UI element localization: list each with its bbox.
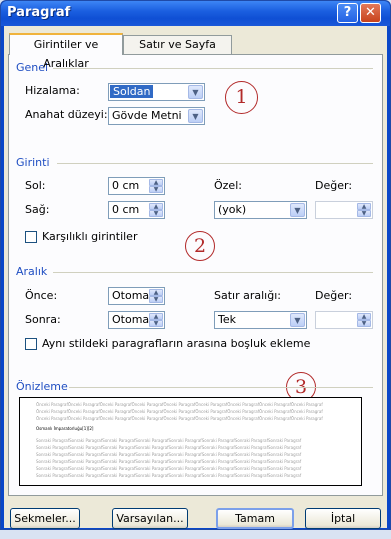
- spacing-before-up-icon[interactable]: ▲: [149, 289, 163, 296]
- section-indentation-title: Girinti: [16, 156, 50, 169]
- indent-by-down-icon[interactable]: ▼: [357, 210, 371, 217]
- preview-prev-line-3: Önceki ParagrafÖnceki ParagrafÖnceki Par…: [36, 416, 323, 421]
- left-indent-value: 0 cm: [112, 179, 140, 192]
- alignment-value: Soldan: [110, 85, 154, 98]
- alignment-select[interactable]: Soldan ▼: [108, 83, 205, 101]
- spacing-after-up-icon[interactable]: ▲: [149, 313, 163, 320]
- section-preview-divider: [69, 387, 373, 388]
- alignment-dropdown-arrow-icon[interactable]: ▼: [188, 85, 203, 99]
- section-preview-title: Önizleme: [16, 380, 68, 393]
- line-spacing-at-down-icon[interactable]: ▼: [357, 320, 371, 327]
- cancel-button[interactable]: İptal: [305, 508, 381, 529]
- preview-next-line-4: Sonraki ParagrafSonraki ParagrafSonraki …: [36, 459, 302, 464]
- section-general-divider: [53, 68, 373, 69]
- section-spacing-title: Aralık: [16, 265, 48, 278]
- left-indent-up-icon[interactable]: ▲: [149, 179, 163, 186]
- no-space-same-style-label: Aynı stildeki paragrafların arasına boşl…: [42, 337, 311, 350]
- mirror-indents-checkbox[interactable]: [25, 231, 37, 243]
- title-bar[interactable]: Paragraf ? ✕: [1, 1, 390, 26]
- spacing-before-label: Önce:: [25, 289, 58, 302]
- tabs-button[interactable]: Sekmeler...: [10, 508, 80, 529]
- right-indent-down-icon[interactable]: ▼: [149, 210, 163, 217]
- preview-prev-line-2: Önceki ParagrafÖnceki ParagrafÖnceki Par…: [36, 409, 323, 414]
- paragraph-preview: Önceki ParagrafÖnceki ParagrafÖnceki Par…: [19, 397, 362, 486]
- dialog-client: Girintiler ve Aralıklar Satır ve Sayfa S…: [4, 26, 387, 529]
- preview-main-line: Osmanlı İmparatorluğu[1][2]: [36, 426, 94, 431]
- special-indent-value: (yok): [218, 203, 247, 216]
- indent-by-label: Değer:: [315, 179, 353, 192]
- right-indent-value: 0 cm: [112, 203, 140, 216]
- dialog-title: Paragraf: [7, 5, 71, 20]
- preview-prev-line-1: Önceki ParagrafÖnceki ParagrafÖnceki Par…: [36, 402, 323, 407]
- line-spacing-at-spinner[interactable]: ▲ ▼: [315, 311, 373, 329]
- alignment-label: Hizalama:: [25, 84, 80, 97]
- section-spacing-divider: [53, 272, 373, 273]
- annotation-circle-2: 2: [185, 231, 215, 261]
- section-indentation-divider: [57, 163, 373, 164]
- outline-level-label: Anahat düzeyi:: [25, 108, 108, 121]
- indent-by-spinner[interactable]: ▲ ▼: [315, 201, 373, 219]
- line-spacing-value: Tek: [218, 313, 236, 326]
- outline-level-value: Gövde Metni: [112, 109, 182, 122]
- close-icon: ✕: [365, 5, 376, 20]
- left-indent-down-icon[interactable]: ▼: [149, 186, 163, 193]
- left-indent-spinner[interactable]: 0 cm ▲ ▼: [108, 177, 165, 195]
- line-spacing-at-up-icon[interactable]: ▲: [357, 313, 371, 320]
- indent-by-up-icon[interactable]: ▲: [357, 203, 371, 210]
- background-strip: [0, 530, 391, 539]
- help-button[interactable]: ?: [337, 3, 358, 23]
- right-indent-label: Sağ:: [25, 203, 50, 216]
- ok-button-label: Tamam: [235, 512, 275, 525]
- line-spacing-dropdown-arrow-icon[interactable]: ▼: [290, 313, 305, 327]
- tab-indents-spacing-label: Girintiler ve Aralıklar: [33, 38, 99, 70]
- special-indent-select[interactable]: (yok) ▼: [214, 201, 307, 219]
- preview-next-line-6: Sonraki ParagrafSonraki ParagrafSonraki …: [36, 473, 302, 478]
- spacing-before-down-icon[interactable]: ▼: [149, 296, 163, 303]
- special-indent-dropdown-arrow-icon[interactable]: ▼: [290, 203, 305, 217]
- default-button-label: Varsayılan...: [116, 512, 184, 525]
- default-button[interactable]: Varsayılan...: [112, 508, 188, 529]
- left-indent-label: Sol:: [25, 179, 46, 192]
- annotation-1-label: 1: [235, 86, 248, 108]
- outline-level-select[interactable]: Gövde Metni ▼: [108, 107, 205, 125]
- spacing-before-spinner[interactable]: Otomatik ▲ ▼: [108, 287, 165, 305]
- spacing-after-label: Sonra:: [25, 313, 61, 326]
- preview-next-line-1: Sonraki ParagrafSonraki ParagrafSonraki …: [36, 438, 302, 443]
- right-indent-up-icon[interactable]: ▲: [149, 203, 163, 210]
- no-space-same-style-checkbox[interactable]: [25, 338, 37, 350]
- special-indent-label: Özel:: [214, 179, 242, 192]
- preview-next-line-5: Sonraki ParagrafSonraki ParagrafSonraki …: [36, 466, 302, 471]
- mirror-indents-label: Karşılıklı girintiler: [42, 230, 138, 243]
- preview-next-line-3: Sonraki ParagrafSonraki ParagrafSonraki …: [36, 452, 302, 457]
- line-spacing-at-label: Değer:: [315, 289, 353, 302]
- line-spacing-select[interactable]: Tek ▼: [214, 311, 307, 329]
- help-icon: ?: [343, 5, 352, 20]
- annotation-circle-1: 1: [225, 81, 258, 114]
- cancel-button-label: İptal: [330, 512, 356, 525]
- close-button[interactable]: ✕: [360, 3, 381, 23]
- spacing-after-down-icon[interactable]: ▼: [149, 320, 163, 327]
- paragraph-dialog: Paragraf ? ✕ Girintiler ve Aralıklar Sat…: [0, 0, 391, 530]
- ok-button[interactable]: Tamam: [216, 508, 294, 529]
- tab-indents-spacing[interactable]: Girintiler ve Aralıklar: [9, 33, 123, 70]
- line-spacing-label: Satır aralığı:: [214, 289, 281, 302]
- right-indent-spinner[interactable]: 0 cm ▲ ▼: [108, 201, 165, 219]
- tab-line-page-breaks[interactable]: Satır ve Sayfa Sonu: [123, 35, 232, 68]
- tabs-button-label: Sekmeler...: [14, 512, 76, 525]
- outline-level-dropdown-arrow-icon[interactable]: ▼: [188, 109, 203, 123]
- spacing-after-spinner[interactable]: Otomatik ▲ ▼: [108, 311, 165, 329]
- preview-next-line-2: Sonraki ParagrafSonraki ParagrafSonraki …: [36, 445, 302, 450]
- annotation-2-label: 2: [193, 235, 207, 257]
